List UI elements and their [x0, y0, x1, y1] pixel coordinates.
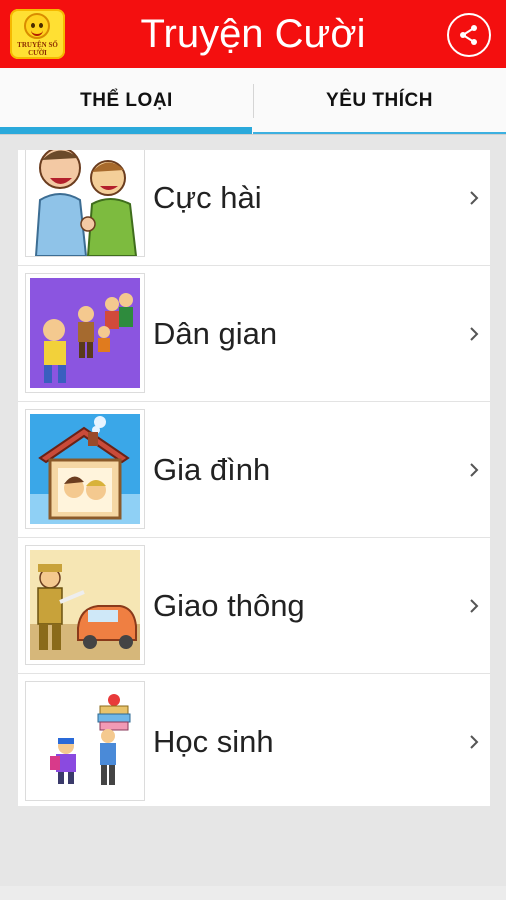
category-label: Học sinh	[153, 724, 274, 759]
category-item-cuc-hai[interactable]: Cực hài	[18, 150, 490, 266]
category-item-hoc-sinh[interactable]: Học sinh	[18, 674, 490, 806]
share-button[interactable]	[447, 13, 491, 57]
app-title: Truyện Cười	[140, 12, 366, 56]
laughing-men-thumbnail	[26, 150, 144, 256]
share-icon	[460, 25, 477, 45]
category-label: Gia đình	[153, 452, 271, 487]
category-label: Cực hài	[153, 180, 262, 215]
app-bar: TRUYỆN SỐ CƯỜI Truyện Cười	[0, 0, 506, 68]
chevron-right-icon	[470, 191, 479, 205]
category-item-gia-dinh[interactable]: Gia đình	[18, 402, 490, 538]
category-label: Dân gian	[153, 316, 278, 351]
tab-the-loai[interactable]: THỂ LOẠI	[0, 68, 253, 134]
folk-village-thumbnail	[26, 274, 144, 392]
chevron-right-icon	[470, 599, 479, 613]
tab-bar: THỂ LOẠI YÊU THÍCH	[0, 68, 506, 135]
traffic-police-thumbnail	[26, 546, 144, 664]
chevron-right-icon	[470, 327, 479, 341]
selected-tab-indicator	[0, 127, 252, 134]
students-thumbnail	[26, 682, 144, 800]
tab-underline	[253, 132, 506, 134]
family-house-thumbnail	[26, 410, 144, 528]
category-list: Cực hài Dân gian Gia đình Giao thông Học…	[18, 150, 490, 806]
category-label: Giao thông	[153, 588, 305, 623]
category-item-giao-thong[interactable]: Giao thông	[18, 538, 490, 674]
chevron-right-icon	[470, 463, 479, 477]
bottom-edge	[0, 886, 506, 900]
chevron-right-icon	[470, 735, 479, 749]
category-item-dan-gian[interactable]: Dân gian	[18, 266, 490, 402]
tab-yeu-thich[interactable]: YÊU THÍCH	[253, 68, 506, 134]
